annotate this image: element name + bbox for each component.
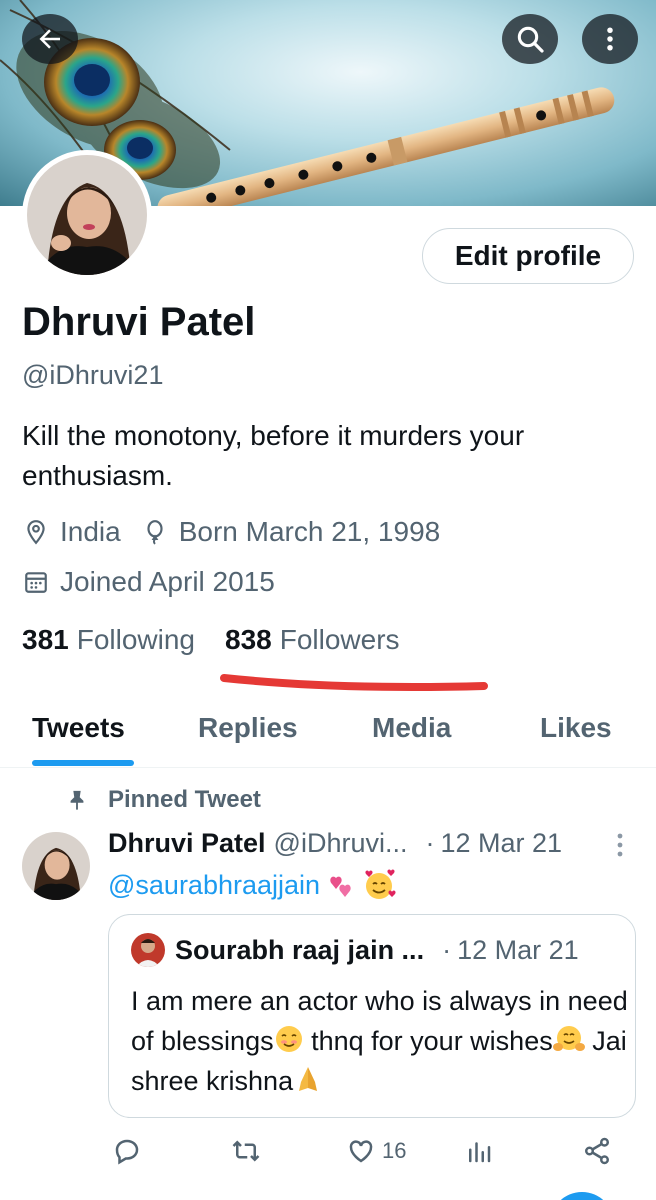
quoted-date: 12 Mar 21 <box>457 935 579 965</box>
analytics-icon <box>469 1142 491 1163</box>
balloon-icon <box>141 518 169 546</box>
tab-media[interactable]: Media <box>372 712 451 744</box>
separator-dot: · <box>442 935 452 965</box>
profile-handle: @iDhruvi21 <box>22 360 164 390</box>
tweet-more-icon[interactable] <box>612 830 628 860</box>
profile-name: Dhruvi Patel <box>22 300 256 344</box>
location-icon <box>22 518 50 546</box>
search-icon <box>517 26 544 53</box>
like-count: 16 <box>382 1138 407 1163</box>
tweet-text: @saurabhraajjain <box>108 868 396 902</box>
profile-avatar[interactable] <box>22 150 152 280</box>
quoted-tweet[interactable]: Sourabh raaj jain ... · 12 Mar 21 I am m… <box>108 914 636 1118</box>
smiling-face-hearts-emoji-icon <box>362 868 396 902</box>
avatar <box>27 155 147 275</box>
quoted-text: I am mere an actor who is always in need… <box>131 981 631 1101</box>
reply-icon <box>115 1139 139 1165</box>
edit-profile-button[interactable]: Edit profile <box>422 228 634 284</box>
search-button[interactable] <box>502 14 558 64</box>
retweet-icon <box>232 1140 260 1162</box>
profile-joined: Joined April 2015 <box>60 566 275 597</box>
profile-location: India <box>60 516 121 547</box>
two-hearts-emoji-icon <box>326 870 356 900</box>
calendar-icon <box>22 568 50 596</box>
quoted-header: Sourabh raaj jain ... · 12 Mar 21 <box>175 935 579 966</box>
tweet-actions: 16 <box>108 1136 628 1176</box>
hugging-face-emoji-icon <box>552 1026 585 1051</box>
heart-icon <box>349 1140 373 1163</box>
avatar <box>22 832 90 900</box>
profile-birthday: Born March 21, 1998 <box>178 516 441 547</box>
avatar-image <box>27 155 147 275</box>
back-button[interactable] <box>22 14 78 64</box>
profile-meta-row-2: Joined April 2015 <box>22 566 275 598</box>
arrow-left-icon <box>39 29 60 49</box>
quoted-text-part-2: thnq for your wishes <box>303 1026 553 1056</box>
views-button[interactable] <box>464 1136 494 1166</box>
compose-fab[interactable] <box>550 1192 614 1200</box>
more-options-button[interactable] <box>582 14 638 64</box>
separator-dot: · <box>425 828 435 858</box>
red-underline-annotation <box>220 674 488 691</box>
profile-tabs: Tweets Replies Media Likes <box>0 700 656 768</box>
smiling-face-emoji-icon <box>275 1026 302 1052</box>
following-link[interactable]: 381 Following <box>22 624 195 656</box>
tab-likes[interactable]: Likes <box>540 712 612 744</box>
follow-counts: 381 Following 838 Followers <box>22 624 430 656</box>
tab-tweets[interactable]: Tweets <box>32 712 125 744</box>
retweet-button[interactable] <box>230 1136 262 1166</box>
tweet-author-handle[interactable]: @iDhruvi... <box>274 828 408 859</box>
like-button[interactable]: 16 <box>346 1136 406 1166</box>
tweet-header: Dhruvi Patel @iDhruvi... · 12 Mar 21 <box>108 828 562 859</box>
tweet-author-name[interactable]: Dhruvi Patel <box>108 828 266 859</box>
mention-link[interactable]: @saurabhraajjain <box>108 870 320 901</box>
tweet-date[interactable]: 12 Mar 21 <box>440 828 562 859</box>
following-count: 381 <box>22 624 69 655</box>
active-tab-indicator <box>32 760 134 766</box>
folded-hands-emoji-icon <box>299 1067 318 1091</box>
quoted-author-avatar <box>131 933 165 967</box>
tab-replies[interactable]: Replies <box>198 712 298 744</box>
following-label: Following <box>76 624 195 655</box>
followers-link[interactable]: 838 Followers <box>225 624 400 656</box>
profile-bio: Kill the monotony, before it murders you… <box>22 420 525 491</box>
profile-meta-row: India Born March 21, 1998 <box>22 516 440 548</box>
share-icon <box>585 1137 609 1165</box>
more-vertical-icon <box>607 27 613 51</box>
share-button[interactable] <box>582 1136 612 1166</box>
pinned-indicator: Pinned Tweet <box>64 786 261 814</box>
pinned-label: Pinned Tweet <box>108 786 261 813</box>
followers-label: Followers <box>279 624 400 655</box>
pin-icon <box>64 788 90 812</box>
reply-button[interactable] <box>112 1136 142 1166</box>
tweet-author-avatar[interactable] <box>22 832 90 900</box>
quoted-author-name: Sourabh raaj jain ... <box>175 935 425 965</box>
followers-count: 838 <box>225 624 272 655</box>
